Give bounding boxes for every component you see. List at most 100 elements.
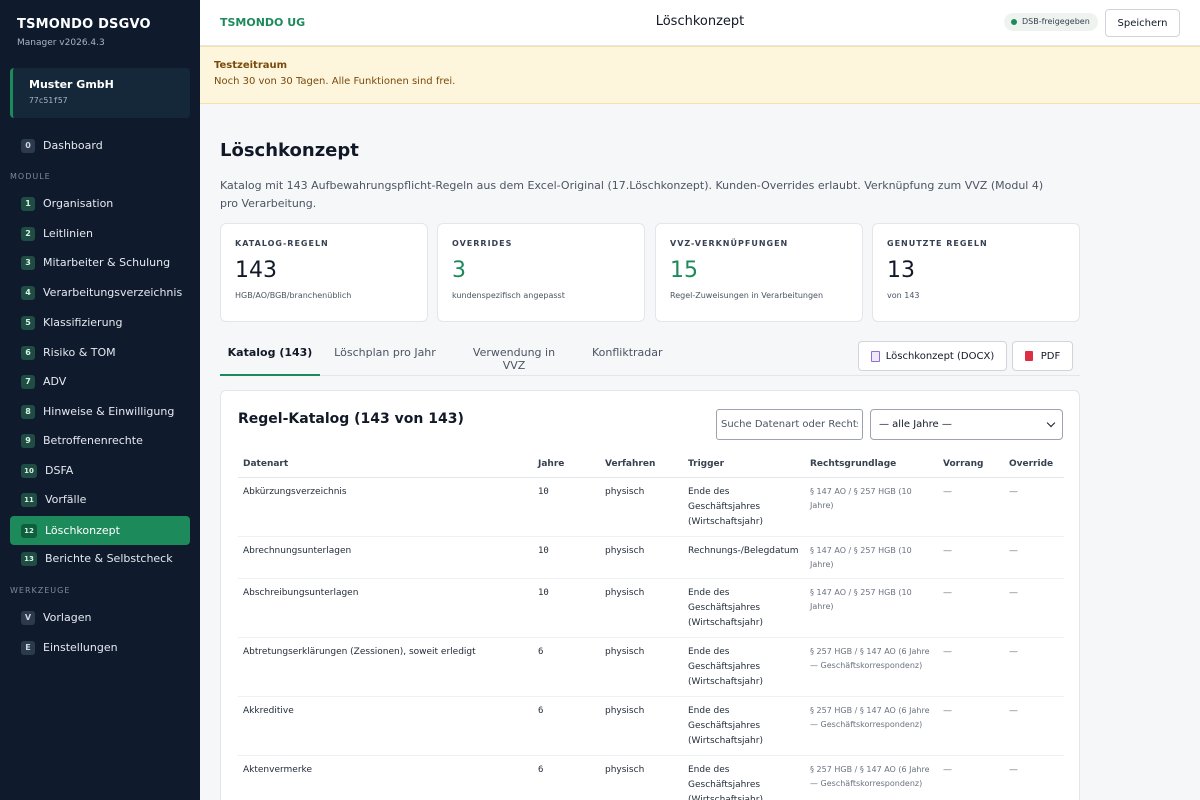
cell-vorrang: — — [938, 637, 1004, 697]
brand-version: Manager v2026.4.3 — [17, 38, 105, 48]
stat-value: 3 — [452, 258, 466, 283]
nav-badge: 6 — [21, 345, 35, 360]
cell-override: — — [1004, 696, 1064, 756]
sidebar-item-berichte-selbstcheck[interactable]: 13 Berichte & Selbstcheck — [10, 544, 190, 573]
sidebar-item-hinweise-einwilligung[interactable]: 8 Hinweise & Einwilligung — [10, 397, 190, 426]
stat-card-genutzte-regeln: GENUTZTE REGELN 13 von 143 — [872, 223, 1080, 322]
sidebar-item-vorfaelle[interactable]: 11 Vorfälle — [10, 485, 190, 514]
nav-badge: 13 — [21, 551, 37, 566]
column-header-override[interactable]: Override — [1004, 451, 1064, 478]
table-row[interactable]: Abkürzungsverzeichnis 10 physisch Ende d… — [238, 477, 1064, 537]
year-filter-select[interactable]: — alle Jahre — — [870, 409, 1063, 440]
nav-label: Vorlagen — [43, 611, 92, 624]
top-bar: TSMONDO UG Löschkonzept DSB-freigegeben … — [200, 0, 1200, 46]
tab-verwendung-vvz[interactable]: Verwendung in VVZ — [462, 340, 566, 376]
cell-vorrang: — — [938, 536, 1004, 579]
catalog-title: Regel-Katalog (143 von 143) — [238, 411, 464, 427]
cell-vorrang: — — [938, 696, 1004, 756]
tenant-id: 77c51f57 — [29, 96, 68, 105]
cell-rechtsgrundlage: § 257 HGB / § 147 AO (6 Jahre — Geschäft… — [805, 696, 938, 756]
sidebar-item-verarbeitungsverzeichnis[interactable]: 4 Verarbeitungsverzeichnis — [10, 278, 190, 307]
cell-verfahren: physisch — [600, 477, 683, 537]
sidebar-item-klassifizierung[interactable]: 5 Klassifizierung — [10, 308, 190, 337]
cell-override: — — [1004, 578, 1064, 638]
pdf-icon — [1024, 351, 1033, 361]
status-badge: DSB-freigegeben — [1004, 13, 1098, 31]
sidebar-item-organisation[interactable]: 1 Organisation — [10, 189, 190, 218]
nav-badge: 8 — [21, 404, 35, 419]
cell-vorrang: — — [938, 755, 1004, 800]
cell-rechtsgrundlage: § 147 AO / § 257 HGB (10 Jahre) — [805, 536, 938, 579]
sidebar-item-dashboard[interactable]: 0 Dashboard — [10, 131, 190, 160]
tab-katalog[interactable]: Katalog (143) — [220, 340, 320, 376]
status-text: DSB-freigegeben — [1022, 17, 1090, 26]
nav-badge: E — [21, 640, 35, 655]
nav-label: Leitlinien — [43, 227, 93, 240]
cell-datenart: Aktenvermerke — [238, 755, 533, 800]
cell-datenart: Akkreditive — [238, 696, 533, 756]
table-row[interactable]: Abschreibungsunterlagen 10 physisch Ende… — [238, 578, 1064, 638]
table-row[interactable]: Aktenvermerke 6 physisch Ende des Geschä… — [238, 755, 1064, 800]
nav-badge: 0 — [21, 138, 35, 153]
brand: TSMONDO DSGVO Manager v2026.4.3 — [17, 17, 151, 48]
trial-title: Testzeitraum — [214, 60, 288, 71]
sidebar-item-adv[interactable]: 7 ADV — [10, 367, 190, 396]
export-docx-button[interactable]: Löschkonzept (DOCX) — [858, 341, 1007, 371]
sidebar-item-leitlinien[interactable]: 2 Leitlinien — [10, 219, 190, 248]
stat-value: 143 — [235, 258, 277, 283]
year-filter-value: — alle Jahre — — [879, 419, 952, 430]
tab-loeschplan[interactable]: Löschplan pro Jahr — [333, 340, 437, 376]
search-input[interactable] — [716, 409, 863, 440]
cell-datenart: Abtretungserklärungen (Zessionen), sowei… — [238, 637, 533, 697]
table-row[interactable]: Akkreditive 6 physisch Ende des Geschäft… — [238, 696, 1064, 756]
section-label-module: MODULE — [10, 172, 51, 181]
cell-verfahren: physisch — [600, 755, 683, 800]
nav-label: Hinweise & Einwilligung — [43, 405, 175, 418]
nav-label: Dashboard — [43, 139, 103, 152]
cell-rechtsgrundlage: § 257 HGB / § 147 AO (6 Jahre — Geschäft… — [805, 755, 938, 800]
cell-verfahren: physisch — [600, 578, 683, 638]
nav-badge: 7 — [21, 374, 35, 389]
nav-label: Klassifizierung — [43, 316, 123, 329]
cell-datenart: Abkürzungsverzeichnis — [238, 477, 533, 537]
section-label-werkzeuge: WERKZEUGE — [10, 586, 71, 595]
column-header-verfahren[interactable]: Verfahren — [600, 451, 683, 478]
column-header-rechtsgrundlage[interactable]: Rechtsgrundlage — [805, 451, 938, 478]
column-header-trigger[interactable]: Trigger — [683, 451, 805, 478]
save-button[interactable]: Speichern — [1105, 9, 1180, 37]
cell-jahre: 6 — [533, 637, 600, 697]
cell-jahre: 10 — [533, 536, 600, 579]
export-docx-label: Löschkonzept (DOCX) — [885, 350, 995, 362]
rules-table: Datenart Jahre Verfahren Trigger Rechtsg… — [238, 451, 1064, 800]
nav-label: Betroffenenrechte — [43, 434, 143, 447]
cell-rechtsgrundlage: § 257 HGB / § 147 AO (6 Jahre — Geschäft… — [805, 637, 938, 697]
column-header-vorrang[interactable]: Vorrang — [938, 451, 1004, 478]
nav-badge: 11 — [21, 492, 37, 507]
tenant-name: Muster GmbH — [29, 78, 114, 91]
cell-trigger: Ende des Geschäftsjahres (Wirtschaftsjah… — [683, 755, 805, 800]
export-pdf-button[interactable]: PDF — [1012, 341, 1073, 371]
tenant-switcher[interactable]: Muster GmbH 77c51f57 — [10, 68, 190, 118]
column-header-jahre[interactable]: Jahre — [533, 451, 600, 478]
sidebar-item-loeschkonzept[interactable]: 12 Löschkonzept — [10, 516, 190, 545]
sidebar-item-betroffenenrechte[interactable]: 9 Betroffenenrechte — [10, 426, 190, 455]
sidebar-item-vorlagen[interactable]: V Vorlagen — [10, 603, 190, 632]
sidebar-item-risiko-tom[interactable]: 6 Risiko & TOM — [10, 338, 190, 367]
cell-datenart: Abrechnungsunterlagen — [238, 536, 533, 579]
stat-card-vvz-verknuepfungen: VVZ-VERKNÜPFUNGEN 15 Regel-Zuweisungen i… — [655, 223, 863, 322]
stat-sub: von 143 — [887, 291, 920, 300]
nav-label: Mitarbeiter & Schulung — [43, 256, 171, 269]
table-header-row: Datenart Jahre Verfahren Trigger Rechtsg… — [238, 451, 1064, 478]
catalog-panel: Regel-Katalog (143 von 143) — alle Jahre… — [220, 390, 1080, 800]
sidebar-item-dsfa[interactable]: 10 DSFA — [10, 456, 190, 485]
nav-label: DSFA — [45, 464, 74, 477]
sidebar-item-einstellungen[interactable]: E Einstellungen — [10, 633, 190, 662]
table-row[interactable]: Abtretungserklärungen (Zessionen), sowei… — [238, 637, 1064, 697]
tab-konfliktradar[interactable]: Konfliktradar — [592, 340, 663, 376]
sidebar-item-mitarbeiter-schulung[interactable]: 3 Mitarbeiter & Schulung — [10, 248, 190, 277]
table-row[interactable]: Abrechnungsunterlagen 10 physisch Rechnu… — [238, 536, 1064, 579]
trial-banner: Testzeitraum Noch 30 von 30 Tagen. Alle … — [200, 46, 1200, 104]
column-header-datenart[interactable]: Datenart — [238, 451, 533, 478]
chevron-down-icon — [1046, 418, 1056, 428]
cell-verfahren: physisch — [600, 536, 683, 579]
